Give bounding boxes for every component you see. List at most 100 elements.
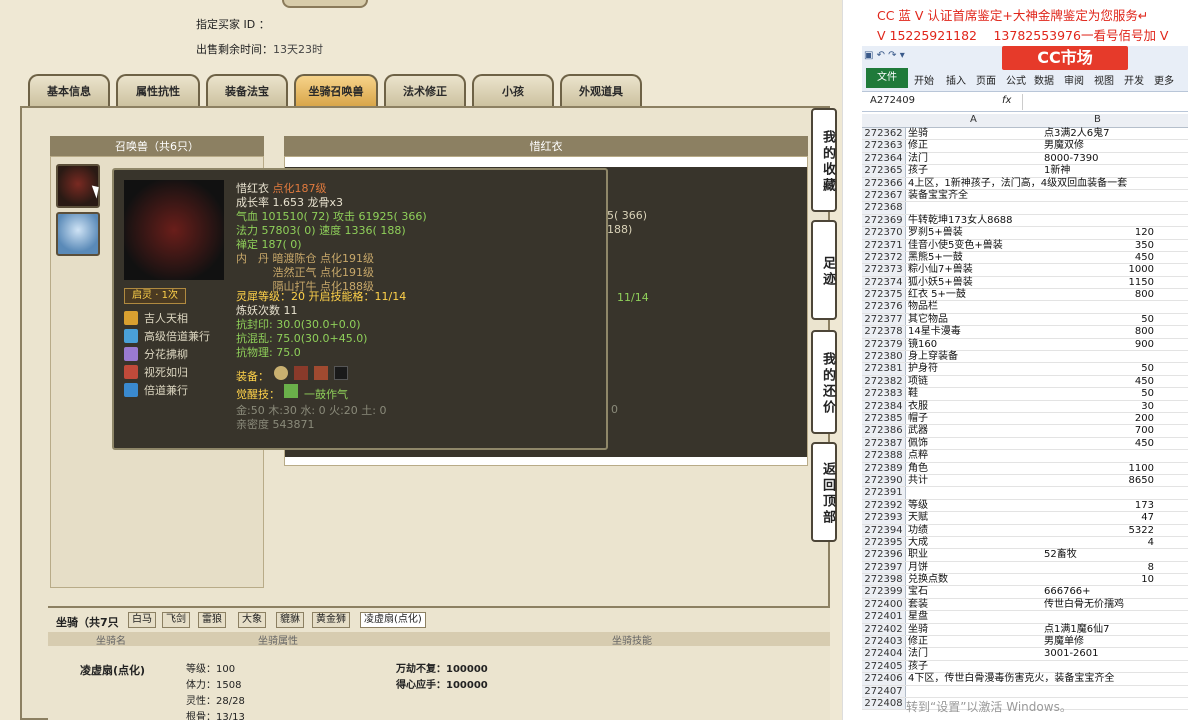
col-header-a[interactable]: A: [970, 114, 977, 125]
cell-a[interactable]: 坐骑: [908, 624, 928, 636]
ribbon-tab[interactable]: 视图: [1094, 72, 1114, 87]
cell-b[interactable]: 666766+: [1044, 586, 1154, 598]
tab-basic-info[interactable]: 基本信息: [28, 74, 110, 106]
side-button-my-offers[interactable]: 我的还价: [811, 330, 837, 434]
top-button[interactable]: [282, 0, 368, 8]
sheet-row[interactable]: 272371 佳音小使5变色+兽装 350: [862, 239, 1188, 252]
sheet-row[interactable]: 272399 宝石 666766+: [862, 586, 1188, 599]
tab-attributes[interactable]: 属性抗性: [116, 74, 200, 106]
row-number[interactable]: 272399: [862, 586, 906, 598]
row-number[interactable]: 272405: [862, 660, 906, 673]
row-number[interactable]: 272370: [862, 227, 906, 239]
cell-a[interactable]: 孩子: [908, 661, 928, 673]
mount-tab-active[interactable]: 凌虚扇(点化): [360, 612, 426, 628]
cell-a[interactable]: 佳音小使5变色+兽装: [908, 240, 1003, 252]
cell-a[interactable]: 4下区，传世白骨漫毒伤害克火，装备宝宝齐全: [908, 673, 1114, 685]
cell-b[interactable]: 800: [1044, 289, 1154, 301]
sheet-row[interactable]: 272369 牛转乾坤173女人8688: [862, 214, 1188, 228]
row-number[interactable]: 272380: [862, 351, 906, 363]
ribbon-tab[interactable]: 更多: [1154, 72, 1174, 87]
cell-b[interactable]: 50: [1044, 388, 1154, 400]
cell-a[interactable]: 兑换点数: [908, 574, 948, 586]
row-number[interactable]: 272394: [862, 524, 906, 536]
name-box[interactable]: A272409: [870, 95, 952, 109]
cell-a[interactable]: 佩饰: [908, 438, 928, 450]
mount-tab[interactable]: 大象: [238, 612, 266, 628]
ribbon-tab[interactable]: 开始: [914, 72, 934, 87]
cell-b[interactable]: 8650: [1044, 475, 1154, 487]
ribbon-tab[interactable]: 数据: [1034, 72, 1054, 87]
cell-a[interactable]: 物品栏: [908, 301, 938, 313]
sheet-row[interactable]: 272383 鞋 50: [862, 388, 1188, 401]
row-number[interactable]: 272393: [862, 512, 906, 524]
ribbon-tab-file[interactable]: 文件: [866, 68, 908, 88]
sheet-row[interactable]: 272392 等级 173: [862, 499, 1188, 513]
cell-b[interactable]: 173: [1044, 500, 1154, 512]
row-number[interactable]: 272400: [862, 598, 906, 611]
sheet-row[interactable]: 272380 身上穿装备: [862, 351, 1188, 364]
cell-b[interactable]: 450: [1044, 376, 1154, 388]
cell-b[interactable]: 120: [1044, 227, 1154, 239]
side-button-back-to-top[interactable]: 返回顶部: [811, 442, 837, 542]
row-number[interactable]: 272407: [862, 685, 906, 697]
row-number[interactable]: 272372: [862, 251, 906, 264]
cell-b[interactable]: 30: [1044, 401, 1154, 413]
skill-row[interactable]: 高级倍道兼行: [124, 328, 210, 344]
row-number[interactable]: 272384: [862, 400, 906, 412]
row-number[interactable]: 272385: [862, 412, 906, 425]
sheet-row[interactable]: 272378 14星卡漫毒 800: [862, 326, 1188, 339]
sheet-row[interactable]: 272390 共计 8650: [862, 474, 1188, 488]
cell-a[interactable]: 天赋: [908, 512, 928, 524]
ribbon-tab[interactable]: 审阅: [1064, 72, 1084, 87]
sheet-row[interactable]: 272363 修正 男魔双修: [862, 140, 1188, 153]
sheet-row[interactable]: 272374 狐小妖5+兽装 1150: [862, 276, 1188, 290]
cell-a[interactable]: 等级: [908, 500, 928, 512]
row-number[interactable]: 272383: [862, 388, 906, 400]
cell-b[interactable]: 47: [1044, 512, 1154, 524]
row-number[interactable]: 272381: [862, 363, 906, 375]
cell-a[interactable]: 星盘: [908, 611, 928, 623]
row-number[interactable]: 272373: [862, 264, 906, 276]
cell-b[interactable]: 8000-7390: [1044, 153, 1154, 165]
cell-b[interactable]: 点3满2人6鬼7: [1044, 128, 1154, 140]
pet-thumb-2[interactable]: [56, 212, 100, 256]
cell-b[interactable]: 3001-2601: [1044, 648, 1154, 660]
tab-mounts-pets[interactable]: 坐骑召唤兽: [294, 74, 378, 106]
mount-tab[interactable]: 白马: [128, 612, 156, 628]
mount-tab[interactable]: 黄金狮: [312, 612, 350, 628]
row-number[interactable]: 272374: [862, 276, 906, 289]
formula-input[interactable]: [1022, 94, 1186, 110]
sheet-row[interactable]: 272403 修正 男魔单修: [862, 636, 1188, 649]
row-number[interactable]: 272363: [862, 140, 906, 152]
sheet-row[interactable]: 272387 佩饰 450: [862, 437, 1188, 451]
cell-a[interactable]: 职业: [908, 549, 928, 561]
row-number[interactable]: 272388: [862, 450, 906, 462]
cell-a[interactable]: 点粹: [908, 450, 928, 462]
cell-b[interactable]: 800: [1044, 326, 1154, 338]
row-number[interactable]: 272382: [862, 375, 906, 388]
mount-tab[interactable]: 貔貅: [276, 612, 304, 628]
equip-slot-empty[interactable]: [334, 366, 348, 380]
row-number[interactable]: 272369: [862, 214, 906, 227]
sheet-row[interactable]: 272384 衣服 30: [862, 400, 1188, 413]
row-number[interactable]: 272397: [862, 561, 906, 574]
row-number[interactable]: 272386: [862, 425, 906, 437]
tab-spell-correction[interactable]: 法术修正: [384, 74, 466, 106]
row-number[interactable]: 272398: [862, 574, 906, 586]
cell-b[interactable]: 10: [1044, 574, 1154, 586]
side-button-favorites[interactable]: 我的收藏: [811, 108, 837, 212]
cell-b[interactable]: 男魔双修: [1044, 140, 1154, 152]
cell-b[interactable]: 男魔单修: [1044, 636, 1154, 648]
sheet-row[interactable]: 272402 坐骑 点1满1魔6仙7: [862, 623, 1188, 637]
skill-row[interactable]: 视死如归: [124, 364, 188, 380]
row-number[interactable]: 272395: [862, 536, 906, 549]
equip-slot-icon[interactable]: [274, 366, 288, 380]
sheet-row[interactable]: 272375 红衣 5+一鼓 800: [862, 289, 1188, 302]
sheet-row[interactable]: 272401 星盘: [862, 611, 1188, 624]
row-number[interactable]: 272392: [862, 499, 906, 512]
row-number[interactable]: 272366: [862, 177, 906, 189]
cell-a[interactable]: 法门: [908, 648, 928, 660]
sheet-row[interactable]: 272376 物品栏: [862, 301, 1188, 314]
sheet-row[interactable]: 272377 其它物品 50: [862, 313, 1188, 327]
cell-a[interactable]: 帽子: [908, 413, 928, 425]
